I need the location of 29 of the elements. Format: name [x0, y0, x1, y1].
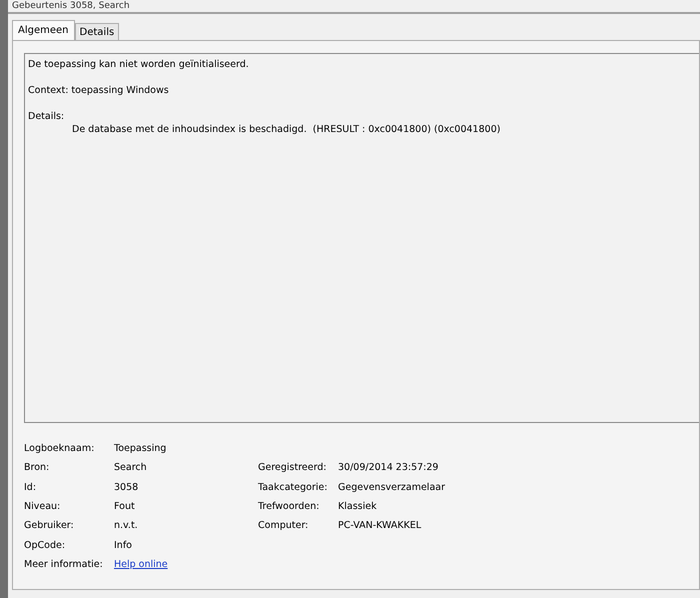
tab[interactable]: Algemeen — [12, 20, 75, 40]
property-label: Bron: — [24, 462, 50, 474]
property-label: Meer informatie: — [24, 558, 104, 570]
property-label: Id: — [24, 482, 38, 493]
message-text: De toepassing kan niet worden geïnitialiseerd. — [28, 58, 250, 71]
message-text: Context: toepassing Windows — [28, 84, 170, 97]
property-label: Computer: — [258, 520, 310, 532]
property-value: Toepassing — [114, 443, 168, 454]
property-value: Gegevensverzamelaar — [338, 482, 446, 493]
window-title: Gebeurtenis 3058, Search — [8, 0, 700, 14]
property-value: Klassiek — [338, 501, 378, 512]
message-text: Details: — [28, 110, 66, 123]
property-label: Niveau: — [24, 501, 62, 512]
property-label: Taakcategorie: — [258, 482, 328, 493]
property-value: 3058 — [114, 482, 140, 493]
property-value: Search — [114, 462, 148, 474]
property-label: Gebruiker: — [24, 520, 75, 532]
property-label: Logboeknaam: — [24, 443, 96, 454]
message-text: De database met de inhoudsindex is beschadigd. (HRESULT : 0xc0041800) (0xc0041800) — [72, 123, 502, 136]
property-label: Trefwoorden: — [258, 501, 320, 512]
property-value: n.v.t. — [114, 520, 139, 532]
help-link[interactable]: Help online — [114, 558, 168, 570]
property-value: 30/09/2014 23:57:29 — [338, 462, 440, 474]
property-value: Info — [114, 540, 133, 551]
property-value: PC-VAN-KWAKKEL — [338, 520, 422, 532]
property-value: Fout — [114, 501, 136, 512]
property-label: Geregistreerd: — [258, 462, 328, 474]
tab[interactable]: Details — [74, 23, 120, 40]
property-label: OpCode: — [24, 540, 66, 551]
